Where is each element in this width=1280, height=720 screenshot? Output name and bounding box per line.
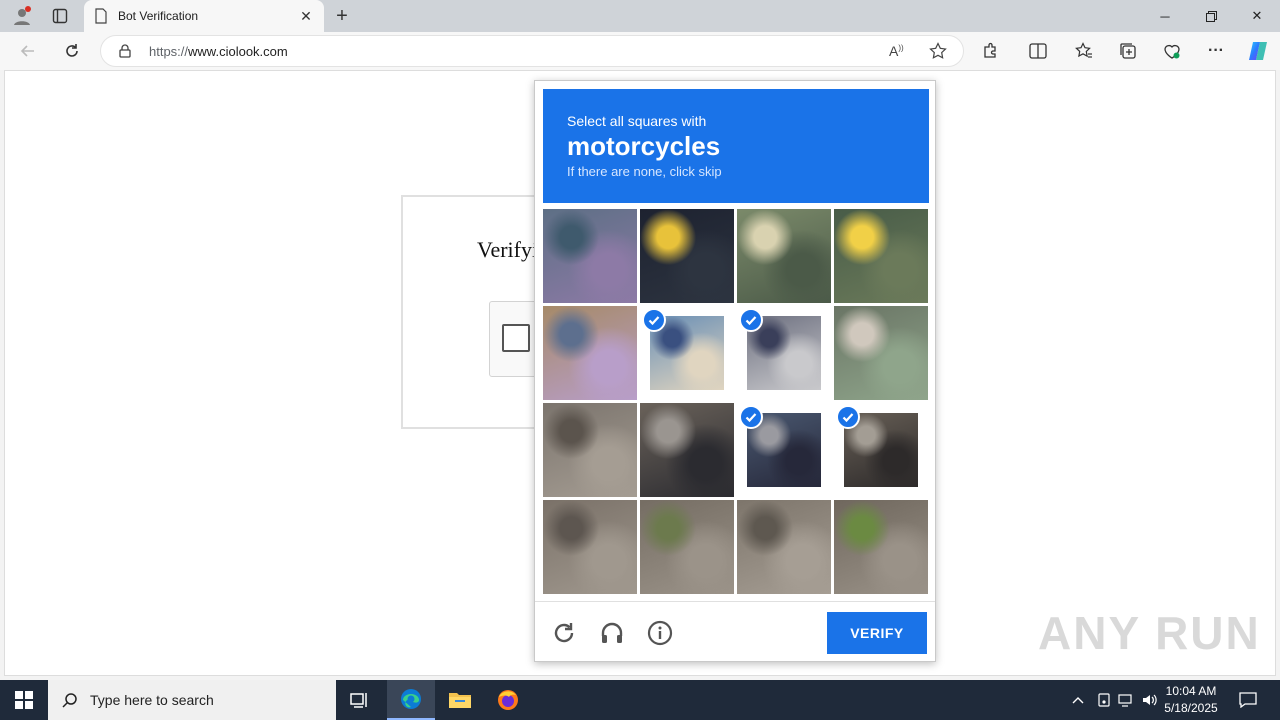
search-icon (62, 693, 77, 708)
captcha-tile-image (640, 500, 734, 594)
captcha-tile[interactable] (543, 306, 637, 400)
tab-close-icon[interactable]: ✕ (298, 8, 314, 25)
captcha-challenge: Select all squares with motorcycles If t… (534, 80, 936, 662)
captcha-tile[interactable] (737, 209, 831, 303)
tab-actions-icon[interactable] (46, 3, 74, 29)
tab-strip: Bot Verification ✕ + ─ ✕ (0, 0, 1280, 32)
url-host: www.ciolook.com (188, 43, 288, 59)
browser-essentials-icon[interactable] (1158, 38, 1186, 64)
favorite-star-icon[interactable] (929, 42, 947, 60)
url-protocol: https:// (149, 43, 189, 59)
favorites-icon[interactable] (1070, 38, 1098, 64)
watermark-logo: ANY RUN (1038, 607, 1261, 659)
tab-title: Bot Verification (118, 9, 199, 23)
selected-check-icon (739, 308, 763, 332)
captcha-tile-image (543, 500, 637, 594)
browser-toolbar: https://www.ciolook.com A)) ··· (0, 32, 1280, 70)
taskbar-search-box[interactable]: Type here to search (48, 680, 336, 720)
restore-button[interactable] (1188, 0, 1234, 32)
tab-bot-verification[interactable]: Bot Verification ✕ (84, 0, 324, 32)
captcha-tile[interactable] (543, 500, 637, 594)
search-placeholder: Type here to search (90, 692, 214, 708)
captcha-tile[interactable] (834, 500, 928, 594)
captcha-tile[interactable] (543, 403, 637, 497)
audio-challenge-icon[interactable] (597, 618, 627, 648)
notification-center-icon[interactable] (1236, 680, 1260, 720)
lock-icon[interactable] (119, 44, 131, 58)
start-button[interactable] (0, 680, 48, 720)
taskbar-clock[interactable]: 10:04 AM 5/18/2025 (1158, 683, 1224, 717)
profile-avatar-icon[interactable] (8, 3, 36, 29)
url-text: https://www.ciolook.com (149, 44, 288, 59)
captcha-footer: VERIFY (535, 601, 935, 661)
captcha-tile[interactable] (640, 500, 734, 594)
windows-logo-icon (15, 691, 33, 709)
captcha-tile-image (640, 403, 734, 497)
captcha-tile[interactable] (737, 500, 831, 594)
captcha-image-grid (543, 209, 929, 595)
device-icon[interactable] (1094, 680, 1114, 720)
page-icon (95, 8, 107, 24)
captcha-tile[interactable] (834, 306, 928, 400)
captcha-tile-image (543, 209, 637, 303)
read-aloud-icon[interactable]: A)) (889, 43, 904, 59)
firefox-icon[interactable] (484, 680, 532, 720)
copilot-icon[interactable] (1244, 38, 1272, 64)
split-screen-icon[interactable] (1024, 38, 1052, 64)
edge-taskbar-icon[interactable] (387, 680, 435, 720)
screen: Bot Verification ✕ + ─ ✕ https://www.cio… (0, 0, 1280, 720)
captcha-tile[interactable] (543, 209, 637, 303)
captcha-tile[interactable] (640, 403, 734, 497)
captcha-instruction: Select all squares with (567, 113, 707, 129)
clock-date: 5/18/2025 (1164, 701, 1218, 715)
new-tab-button[interactable]: + (330, 4, 354, 28)
selected-check-icon (739, 405, 763, 429)
captcha-tile[interactable] (737, 306, 831, 400)
captcha-tile-image (543, 403, 637, 497)
captcha-tile-image (640, 209, 734, 303)
captcha-tile[interactable] (834, 209, 928, 303)
taskbar: Type here to search 10:04 AM 5/18/2025 (0, 680, 1280, 720)
file-explorer-icon[interactable] (436, 680, 484, 720)
clock-time: 10:04 AM (1165, 684, 1217, 698)
verification-heading: Verifyi (477, 237, 539, 262)
back-icon[interactable] (14, 38, 42, 64)
minimize-button[interactable]: ─ (1142, 0, 1188, 32)
task-view-icon[interactable] (336, 680, 384, 720)
captcha-hint: If there are none, click skip (567, 164, 722, 179)
info-icon[interactable] (645, 618, 675, 648)
collections-icon[interactable] (1114, 38, 1142, 64)
show-hidden-icons-chevron-up-icon[interactable] (1068, 680, 1088, 720)
captcha-tile-image (737, 209, 831, 303)
captcha-target: motorcycles (567, 131, 721, 161)
selected-check-icon (836, 405, 860, 429)
reload-icon[interactable] (549, 618, 579, 648)
settings-more-icon[interactable]: ··· (1202, 38, 1230, 64)
captcha-tile[interactable] (834, 403, 928, 497)
address-bar[interactable]: https://www.ciolook.com A)) (100, 35, 964, 67)
captcha-checkbox[interactable] (502, 324, 530, 352)
network-icon[interactable] (1116, 680, 1136, 720)
captcha-tile[interactable] (640, 209, 734, 303)
verify-button[interactable]: VERIFY (827, 612, 927, 654)
captcha-tile-image (543, 306, 637, 400)
captcha-tile[interactable] (640, 306, 734, 400)
volume-icon[interactable] (1140, 680, 1160, 720)
refresh-icon[interactable] (58, 38, 86, 64)
extensions-icon[interactable] (976, 38, 1004, 64)
captcha-tile[interactable] (737, 403, 831, 497)
captcha-tile-image (737, 500, 831, 594)
captcha-header: Select all squares with motorcycles If t… (543, 89, 929, 203)
captcha-tile-image (834, 500, 928, 594)
captcha-tile-image (834, 209, 928, 303)
captcha-tile-image (834, 306, 928, 400)
close-window-button[interactable]: ✕ (1234, 0, 1280, 32)
selected-check-icon (642, 308, 666, 332)
